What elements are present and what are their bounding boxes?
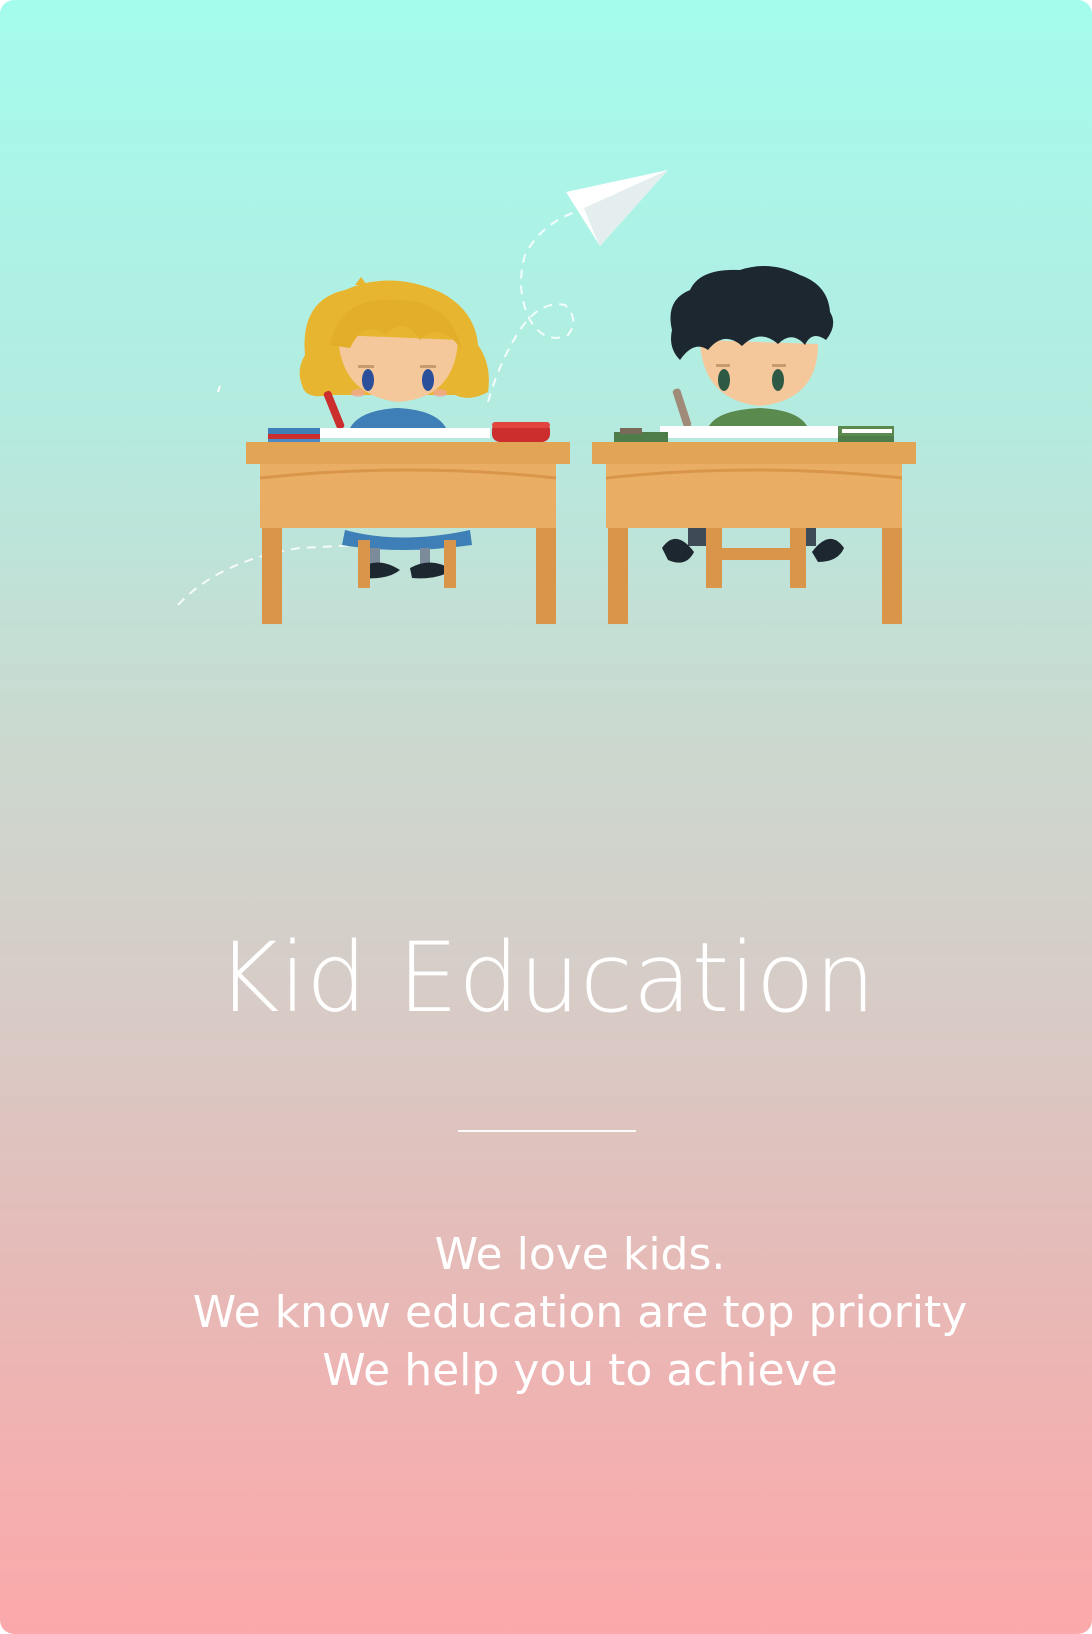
tagline-line: We love kids.: [434, 1229, 726, 1280]
pencil-case-icon: [492, 422, 550, 442]
desk-icon: [592, 426, 916, 624]
book-icon: [838, 426, 894, 442]
girl-student-icon: [299, 277, 489, 579]
page-title: Kid Education: [216, 922, 876, 1034]
kids-at-desks-illustration: [177, 170, 916, 624]
desk-icon: [246, 422, 570, 624]
paper-plane-icon: [566, 170, 668, 246]
tagline-line: We help you to achieve: [322, 1345, 838, 1396]
book-icon: [268, 428, 320, 443]
onboarding-screen: Kid Education We love kids. We know educ…: [0, 0, 1092, 1634]
tagline: We love kids. We know education are top …: [140, 1226, 1020, 1400]
title-divider: [458, 1130, 636, 1132]
tagline-line: We know education are top priority: [192, 1287, 968, 1338]
